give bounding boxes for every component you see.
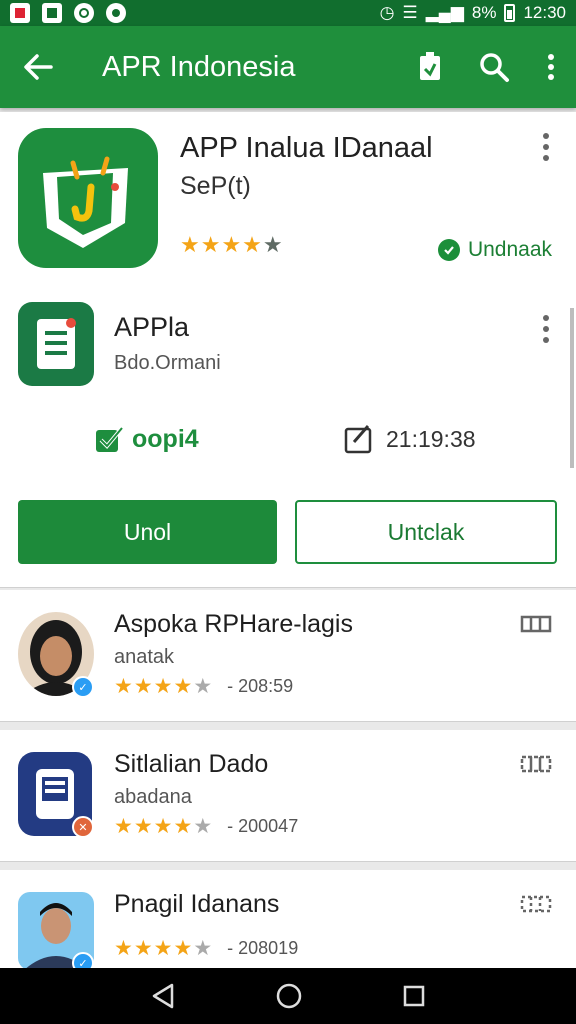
- app-logo-icon: [43, 156, 128, 248]
- tablet-icon: [36, 769, 74, 819]
- arrow-left-icon: [24, 54, 53, 80]
- installed-status: Undnaak: [437, 238, 552, 262]
- grid-view-icon[interactable]: [520, 754, 552, 774]
- time-value: 21:19:38: [386, 425, 476, 452]
- review-count: - 208019: [227, 938, 299, 958]
- downloads-stat: oopi4: [94, 424, 199, 454]
- notification-icon: [74, 3, 94, 23]
- uninstall-button[interactable]: Unol: [18, 500, 277, 564]
- search-icon: [480, 53, 509, 82]
- star-icons: ★★★★: [180, 232, 263, 257]
- recents-nav-button[interactable]: [402, 984, 426, 1008]
- check-box-icon: [96, 426, 124, 452]
- more-vert-icon[interactable]: [538, 132, 554, 162]
- star-icons: ★★★★: [114, 675, 194, 698]
- review-count: - 200047: [227, 816, 299, 836]
- search-button[interactable]: [462, 26, 526, 108]
- rating-stars: ★★★★★: [180, 232, 284, 258]
- verified-badge-icon: ✓: [72, 676, 94, 698]
- grid-view-icon[interactable]: [520, 614, 552, 634]
- star-empty-icon: ★: [193, 815, 214, 838]
- star-empty-icon: ★: [193, 675, 214, 698]
- system-nav-bar: [0, 968, 576, 1024]
- secondary-app-icon[interactable]: [18, 302, 94, 386]
- calendar-edit-icon: [344, 425, 372, 454]
- notification-icon: [106, 3, 126, 23]
- developer-name: Bdo.Ormani: [114, 352, 221, 374]
- more-vert-icon[interactable]: [538, 314, 554, 344]
- download-icon: [420, 52, 440, 80]
- page-title: APR Indonesia: [102, 50, 296, 83]
- list-item[interactable]: ✓ Pnagil Idanans ★★★★ ★ - 208019: [0, 870, 576, 974]
- status-bar: ​ ​ ◷ ☰ ▂▄▆ 8% 12:30: [0, 0, 576, 26]
- list-item-title: Aspoka RPHare-lagis: [114, 610, 353, 638]
- alarm-icon: ◷: [379, 3, 395, 22]
- more-vert-icon: [548, 54, 554, 80]
- list-item-subtitle: anatak: [114, 646, 175, 668]
- rating-stars: ★★★★ ★ - 200047: [114, 814, 298, 839]
- star-icons: ★★★★: [114, 815, 194, 838]
- app-icon[interactable]: [18, 128, 158, 268]
- update-button[interactable]: Untclak: [295, 500, 557, 564]
- list-item-title: Sitlalian Dado: [114, 750, 269, 778]
- signal-icon: ▂▄▆: [425, 3, 464, 22]
- app-detail-card: APP Inalua IDanaal SeP(t) ★★★★★ Undnaak …: [0, 112, 576, 588]
- back-button[interactable]: [0, 26, 76, 108]
- time-stat: 21:19:38: [344, 424, 476, 454]
- list-item-subtitle: abadana: [114, 786, 192, 808]
- battery-icon: [504, 4, 516, 22]
- wifi-icon: ☰: [402, 3, 418, 22]
- scrollbar[interactable]: [570, 308, 574, 468]
- home-nav-button[interactable]: [275, 982, 303, 1010]
- rating-stars: ★★★★ ★ - 208:59: [114, 674, 293, 699]
- grid-view-icon[interactable]: [520, 894, 552, 914]
- star-half-icon: ★: [262, 232, 284, 257]
- battery-percent: 8%: [471, 3, 497, 22]
- check-circle-icon: [437, 239, 460, 261]
- notification-icon: ​: [10, 3, 30, 23]
- download-button[interactable]: [398, 26, 462, 108]
- notification-icon: ​: [42, 3, 62, 23]
- overflow-menu-button[interactable]: [526, 26, 576, 108]
- installed-label: Undnaak: [467, 238, 552, 261]
- list-item[interactable]: ✕ Sitlalian Dado abadana ★★★★ ★ - 200047: [0, 730, 576, 862]
- star-icons: ★★★★: [114, 937, 194, 960]
- back-nav-button[interactable]: [150, 982, 176, 1010]
- rating-stars: ★★★★ ★ - 208019: [114, 936, 298, 961]
- downloads-value: oopi4: [132, 424, 199, 453]
- review-count: - 208:59: [227, 676, 294, 696]
- app-subtitle: SeP(t): [180, 172, 251, 200]
- list-item[interactable]: ✓ Aspoka RPHare-lagis anatak ★★★★ ★ - 208…: [0, 590, 576, 722]
- clock: 12:30: [523, 3, 566, 22]
- star-empty-icon: ★: [193, 937, 214, 960]
- secondary-app-title: APPla: [114, 312, 190, 342]
- document-icon: [37, 318, 76, 369]
- list-item-title: Pnagil Idanans: [114, 890, 280, 918]
- badge-icon: ✕: [72, 816, 94, 838]
- app-bar: APR Indonesia: [0, 26, 576, 108]
- app-title: APP Inalua IDanaal: [180, 132, 433, 164]
